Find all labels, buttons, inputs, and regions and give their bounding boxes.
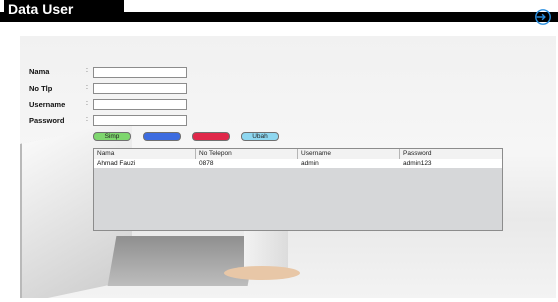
background-keyboard (107, 236, 257, 286)
background-saucer (224, 266, 300, 280)
red-action-button[interactable] (192, 132, 230, 141)
label-password: Password (29, 116, 65, 125)
exit-icon[interactable] (534, 8, 552, 26)
header-no-telepon[interactable]: No Telepon (196, 149, 298, 159)
window-title: Data User (4, 0, 124, 22)
header-password[interactable]: Password (400, 149, 502, 159)
password-input[interactable] (93, 115, 187, 126)
colon-nama: : (86, 67, 88, 74)
nama-input[interactable] (93, 67, 187, 78)
colon-no-tlp: : (86, 84, 88, 91)
title-bar: Data User (0, 0, 558, 25)
no-tlp-input[interactable] (93, 83, 187, 94)
colon-username: : (86, 100, 88, 107)
username-input[interactable] (93, 99, 187, 110)
cell-username: admin (301, 160, 319, 167)
label-no-tlp: No Tlp (29, 84, 53, 93)
label-username: Username (29, 100, 66, 109)
cell-no-telepon: 0878 (199, 160, 214, 167)
ubah-button[interactable]: Ubah (241, 132, 279, 141)
colon-password: : (86, 116, 88, 123)
table-row[interactable]: Ahmad Fauzi 0878 admin admin123 (94, 159, 502, 168)
label-nama: Nama (29, 67, 50, 76)
user-table[interactable]: Nama No Telepon Username Password Ahmad … (93, 148, 503, 231)
simpan-button[interactable]: Simp (93, 132, 131, 141)
header-nama[interactable]: Nama (94, 149, 196, 159)
cell-password: admin123 (403, 160, 432, 167)
blue-action-button[interactable] (143, 132, 181, 141)
cell-nama: Ahmad Fauzi (97, 160, 136, 167)
header-username[interactable]: Username (298, 149, 400, 159)
